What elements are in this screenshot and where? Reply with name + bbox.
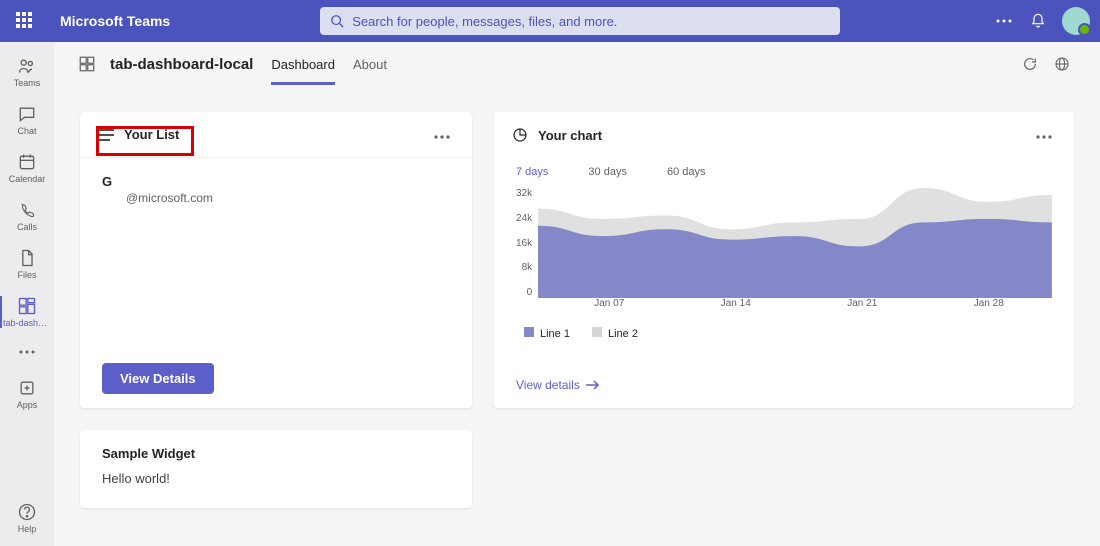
list-card-more[interactable] [430,122,454,148]
page-header: tab-dashboard-local Dashboard About [54,42,1100,86]
legend-line1: Line 1 [524,327,570,340]
sample-widget-title: Sample Widget [102,446,450,461]
search-input[interactable]: Search for people, messages, files, and … [320,7,840,35]
list-card-title: Your List [124,127,179,142]
sample-widget-text: Hello world! [102,471,450,486]
more-icon[interactable] [990,7,1018,35]
arrow-right-icon [586,380,600,390]
rail-files[interactable]: Files [0,240,54,288]
brand-title: Microsoft Teams [60,13,170,29]
rail-teams[interactable]: Teams [0,48,54,96]
list-body: G @microsoft.com [80,158,472,349]
view-details-button[interactable]: View Details [102,363,214,394]
range-60days[interactable]: 60 days [667,166,706,178]
chart-view-details-link[interactable]: View details [516,378,600,392]
list-icon [98,129,114,141]
pie-icon [512,127,528,143]
rail-chat[interactable]: Chat [0,96,54,144]
avatar[interactable] [1062,7,1090,35]
chart-y-axis: 32k 24k 16k 8k 0 [516,188,538,298]
rail-calls[interactable]: Calls [0,192,54,240]
chart-x-axis: Jan 07 Jan 14 Jan 21 Jan 28 [546,298,1052,309]
sample-widget-card: Sample Widget Hello world! [80,430,472,508]
page: tab-dashboard-local Dashboard About Your… [54,42,1100,546]
top-bar: Microsoft Teams Search for people, messa… [0,0,1100,42]
list-card-header: Your List [80,112,472,158]
waffle-icon[interactable] [16,12,34,30]
legend-line2: Line 2 [592,327,638,340]
left-rail: Teams Chat Calendar Calls Files tab-dash… [0,42,54,546]
range-30days[interactable]: 30 days [588,166,627,178]
chart-card-title: Your chart [538,128,602,143]
rail-tab-dashboard[interactable]: tab-dashbo... [0,288,54,336]
list-card: Your List G @microsoft.com View Details [80,112,472,408]
search-placeholder: Search for people, messages, files, and … [352,14,617,29]
page-tabs: Dashboard About [271,45,387,84]
rail-apps[interactable]: Apps [0,370,54,418]
bell-icon[interactable] [1024,7,1052,35]
search-icon [330,14,344,28]
range-7days[interactable]: 7 days [516,166,548,178]
chart-plot [538,188,1052,298]
list-item-email: @microsoft.com [126,191,450,205]
globe-icon[interactable] [1048,50,1076,78]
chart-legend: Line 1 Line 2 [524,327,1052,340]
list-group-letter: G [102,174,450,189]
rail-more[interactable] [0,336,54,370]
refresh-icon[interactable] [1016,50,1044,78]
chart-card-header: Your chart [494,112,1074,158]
tab-dashboard[interactable]: Dashboard [271,45,335,84]
page-title: tab-dashboard-local [110,56,253,73]
tab-about[interactable]: About [353,45,387,84]
app-tile-icon [78,55,96,73]
rail-help[interactable]: Help [0,494,54,542]
chart-card: Your chart 7 days 30 days 60 days 32k 24… [494,112,1074,408]
dashboard: Your List G @microsoft.com View Details … [54,86,1100,534]
chart-card-more[interactable] [1032,122,1056,148]
rail-calendar[interactable]: Calendar [0,144,54,192]
chart-range-tabs: 7 days 30 days 60 days [516,166,1052,178]
